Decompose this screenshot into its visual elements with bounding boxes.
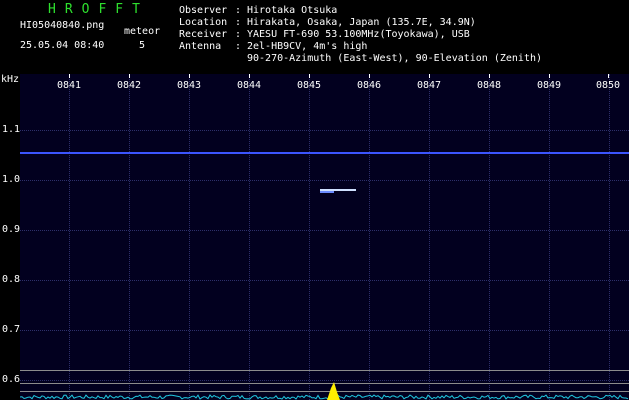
time-tick: [549, 74, 550, 78]
meteor-label: meteor: [124, 26, 161, 37]
app-title: HROFFT: [48, 2, 149, 17]
receiver-row: Receiver: YAESU FT-690 53.100MHz(Toyokawa…: [179, 29, 470, 40]
receiver-value: YAESU FT-690 53.100MHz(Toyokawa), USB: [247, 29, 470, 40]
time-label-0844: 0844: [236, 80, 262, 91]
observer-row: Observer: Hirotaka Otsuka: [179, 5, 338, 16]
receiver-key: Receiver: [179, 29, 228, 40]
audio-spectrum: [20, 382, 629, 400]
observer-value: Hirotaka Otsuka: [247, 5, 338, 16]
time-tick: [369, 74, 370, 78]
antenna-key: Antenna: [179, 41, 222, 52]
time-label-0846: 0846: [356, 80, 382, 91]
time-tick: [608, 74, 609, 78]
freq-label-0.8: 0.8: [2, 274, 21, 285]
time-tick: [309, 74, 310, 78]
time-tick: [189, 74, 190, 78]
time-tick: [489, 74, 490, 78]
antenna-value-2: 90-270-Azimuth (East-West), 90-Elevation…: [247, 53, 543, 64]
time-label-0848: 0848: [476, 80, 502, 91]
time-label-0841: 0841: [56, 80, 82, 91]
meteor-count: 5: [139, 40, 146, 51]
freq-label-0.9: 0.9: [2, 224, 21, 235]
freq-label-1.0: 1.0: [2, 174, 21, 185]
location-key: Location: [179, 17, 228, 28]
time-tick: [69, 74, 70, 78]
time-label-0849: 0849: [536, 80, 562, 91]
antenna-value: 2el-HB9CV, 4m's high: [247, 41, 368, 52]
file-name: HI05040840.png: [20, 20, 105, 31]
time-label-0843: 0843: [176, 80, 202, 91]
spectrogram-plot: [20, 74, 629, 400]
axis-unit: kHz: [1, 74, 20, 85]
time-label-0845: 0845: [296, 80, 322, 91]
time-tick: [129, 74, 130, 78]
freq-label-1.1: 1.1: [2, 124, 21, 135]
time-tick: [249, 74, 250, 78]
freq-label-0.7: 0.7: [2, 324, 21, 335]
freq-label-0.6: 0.6: [2, 374, 21, 385]
time-tick: [429, 74, 430, 78]
antenna-row: Antenna:2el-HB9CV, 4m's high: [179, 41, 368, 52]
location-row: Location: Hirakata, Osaka, Japan (135.7E,…: [179, 17, 476, 28]
time-label-0842: 0842: [116, 80, 142, 91]
time-label-0850: 0850: [595, 80, 621, 91]
meteor-spectrum-peak: [327, 382, 340, 400]
header-panel: HROFFT HI05040840.png 25.05.04 08:40 met…: [0, 0, 629, 74]
date-time: 25.05.04 08:40: [20, 40, 105, 51]
observer-key: Observer: [179, 5, 228, 16]
location-value: Hirakata, Osaka, Japan (135.7E, 34.9N): [247, 17, 476, 28]
time-label-0847: 0847: [416, 80, 442, 91]
